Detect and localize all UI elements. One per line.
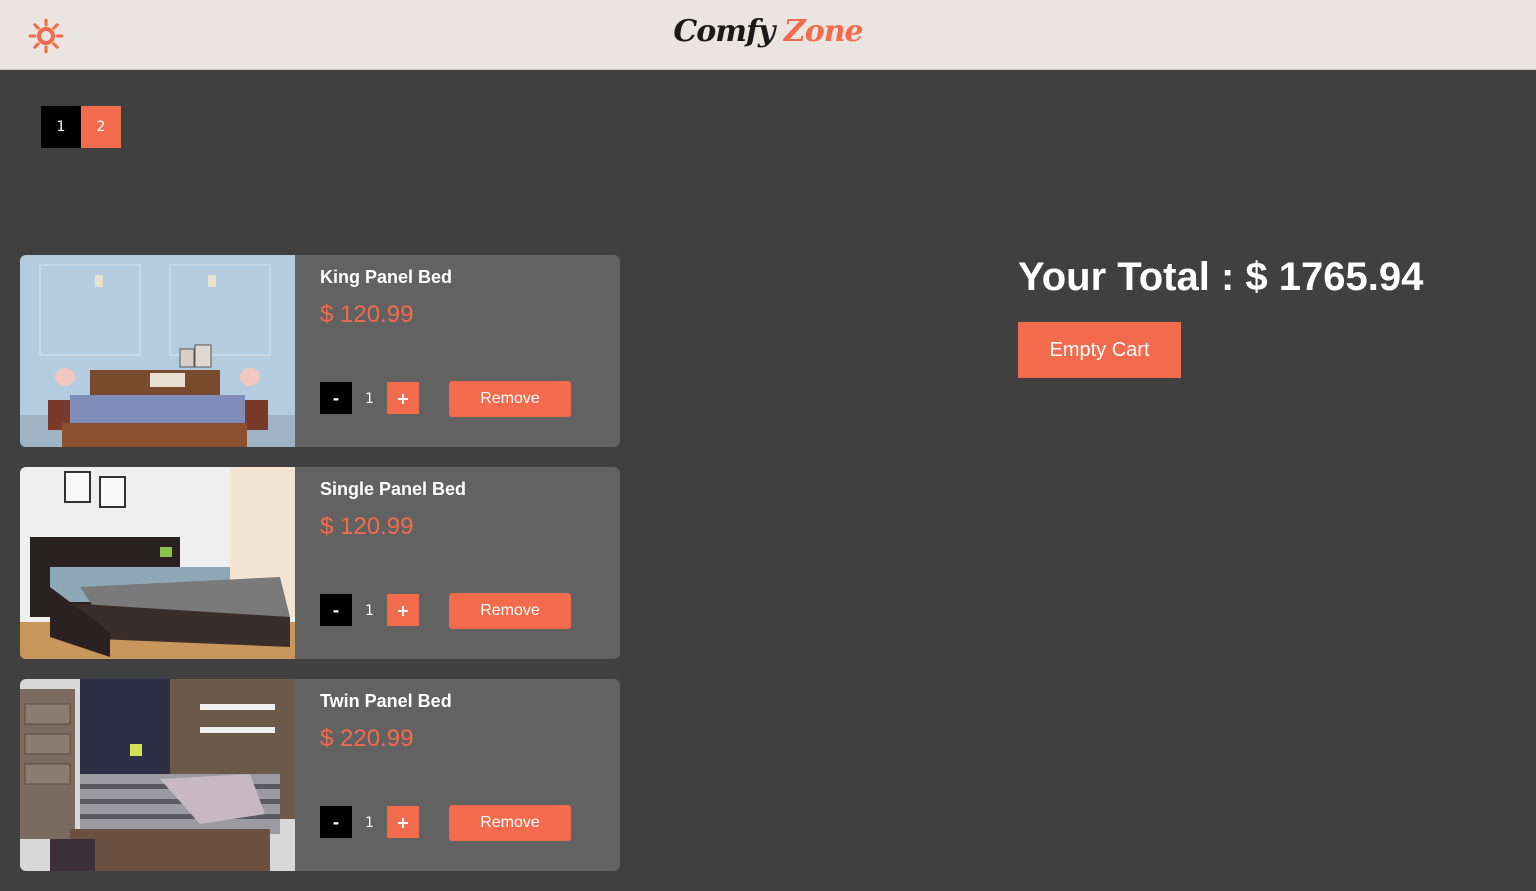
brand-logo[interactable]: Comfy Zone — [0, 14, 1536, 49]
product-price: $ 120.99 — [320, 513, 414, 540]
product-image — [20, 255, 295, 447]
cart-item: Single Panel Bed $ 120.99 - 1 + Remove — [20, 467, 620, 659]
brand-name-part-1: Comfy — [673, 14, 775, 49]
remove-button[interactable]: Remove — [449, 593, 571, 629]
product-image — [20, 679, 295, 871]
header: Comfy Zone — [0, 0, 1536, 70]
increase-quantity-button[interactable]: + — [387, 806, 419, 838]
remove-button[interactable]: Remove — [449, 805, 571, 841]
cart-item: King Panel Bed $ 120.99 - 1 + Remove — [20, 255, 620, 447]
cart-summary: Your Total : $ 1765.94 Empty Cart — [1018, 255, 1423, 378]
brand-name-part-2: Zone — [783, 14, 864, 49]
empty-cart-button[interactable]: Empty Cart — [1018, 322, 1181, 378]
quantity-value: 1 — [365, 391, 374, 407]
product-name: King Panel Bed — [320, 267, 453, 287]
cart-total: Your Total : $ 1765.94 — [1018, 255, 1424, 299]
decrease-quantity-button[interactable]: - — [320, 806, 352, 838]
product-name: Twin Panel Bed — [320, 691, 452, 711]
remove-button[interactable]: Remove — [449, 381, 571, 417]
decrease-quantity-button[interactable]: - — [320, 594, 352, 626]
cart-item: Twin Panel Bed $ 220.99 - 1 + Remove — [20, 679, 620, 871]
page-button-1[interactable]: 1 — [41, 106, 81, 148]
product-price: $ 220.99 — [320, 725, 414, 752]
increase-quantity-button[interactable]: + — [387, 594, 419, 626]
cart-list: King Panel Bed $ 120.99 - 1 + Remove Sin… — [20, 255, 620, 891]
page-button-2[interactable]: 2 — [81, 106, 121, 148]
product-name: Single Panel Bed — [320, 479, 467, 499]
product-image — [20, 467, 295, 659]
pagination: 1 2 — [41, 106, 121, 148]
quantity-value: 1 — [365, 603, 374, 619]
increase-quantity-button[interactable]: + — [387, 382, 419, 414]
quantity-value: 1 — [365, 815, 374, 831]
product-price: $ 120.99 — [320, 301, 414, 328]
decrease-quantity-button[interactable]: - — [320, 382, 352, 414]
